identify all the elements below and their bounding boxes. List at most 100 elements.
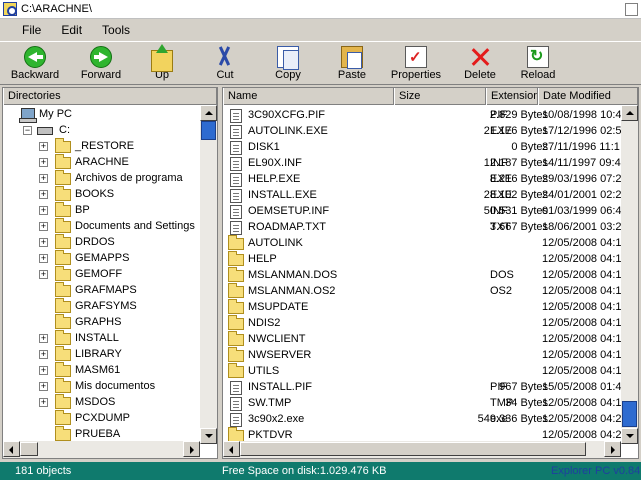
file-name: SW.TMP <box>248 397 292 409</box>
properties-button[interactable]: Properties <box>388 44 444 84</box>
scroll-thumb[interactable] <box>240 442 586 456</box>
file-row[interactable]: INSTALL.PIF 967 Bytes PIF 15/05/2008 01:4 <box>223 380 623 396</box>
tree-node-folder[interactable]: + DRDOS <box>3 234 201 251</box>
expand-icon[interactable]: + <box>39 366 48 375</box>
expand-icon[interactable]: + <box>39 254 48 263</box>
backward-button[interactable]: Backward <box>4 44 66 84</box>
menu-edit[interactable]: Edit <box>51 23 92 37</box>
tree-node-drive-c[interactable]: − C: <box>3 123 201 139</box>
file-list-horizontal-scrollbar[interactable] <box>223 441 621 458</box>
forward-button[interactable]: Forward <box>70 44 132 84</box>
file-row[interactable]: MSUPDATE 12/05/2008 04:1 <box>223 299 623 316</box>
tree-node-folder[interactable]: + Archivos de programa <box>3 170 201 187</box>
up-button[interactable]: Up <box>140 44 184 84</box>
tree-node-folder[interactable]: + MSDOS <box>3 394 201 411</box>
expand-icon[interactable]: + <box>39 350 48 359</box>
paste-button[interactable]: Paste <box>330 44 374 84</box>
expand-icon[interactable]: + <box>39 174 48 183</box>
expand-icon[interactable]: + <box>39 206 48 215</box>
cut-button[interactable]: Cut <box>203 44 247 84</box>
tree-node-folder[interactable]: + Documents and Settings <box>3 218 201 235</box>
folder-icon <box>55 330 71 345</box>
delete-button[interactable]: Delete <box>458 44 502 84</box>
file-extension: EXE <box>490 173 513 185</box>
file-name: UTILS <box>248 365 280 377</box>
expand-icon[interactable]: + <box>39 238 48 247</box>
column-header-date-modified[interactable]: Date Modified <box>538 88 638 105</box>
directory-horizontal-scrollbar[interactable] <box>3 441 200 458</box>
tree-node-folder[interactable]: + GEMOFF <box>3 266 201 283</box>
tree-node-folder[interactable]: + LIBRARY <box>3 346 201 363</box>
file-row[interactable]: MSLANMAN.DOS DOS 12/05/2008 04:1 <box>223 267 623 284</box>
file-row[interactable]: NDIS2 12/05/2008 04:1 <box>223 315 623 332</box>
collapse-icon[interactable]: − <box>23 126 32 135</box>
scroll-right-button[interactable] <box>183 441 200 457</box>
menu-file[interactable]: File <box>12 23 51 37</box>
expand-icon[interactable]: + <box>39 222 48 231</box>
tree-node-folder[interactable]: GRAPHS <box>3 314 201 331</box>
scroll-down-button[interactable] <box>200 428 217 444</box>
file-row[interactable]: AUTOLINK 12/05/2008 04:1 <box>223 235 623 252</box>
tree-node-label: GEMOFF <box>75 268 123 280</box>
expand-icon[interactable]: + <box>39 382 48 391</box>
tree-node-folder[interactable]: + GEMAPPS <box>3 250 201 267</box>
column-header-extension[interactable]: Extension <box>486 88 538 105</box>
scroll-right-button[interactable] <box>604 441 621 457</box>
tree-node-folder[interactable]: + BP <box>3 202 201 219</box>
file-row[interactable]: HELP.EXE 8.216 Bytes EXE 29/03/1996 07:2 <box>223 172 623 188</box>
column-header-name[interactable]: Name <box>223 88 394 105</box>
scroll-left-button[interactable] <box>3 441 20 457</box>
file-row[interactable]: INSTALL.EXE 28.102 Bytes EXE 24/01/2001 02:… <box>223 188 623 204</box>
reload-button[interactable]: Reload <box>516 44 560 84</box>
file-row[interactable]: HELP 12/05/2008 04:1 <box>223 251 623 268</box>
tree-node-folder[interactable]: GRAFMAPS <box>3 282 201 299</box>
file-row[interactable]: OEMSETUP.INF 50.531 Bytes INF 01/03/1999 06… <box>223 204 623 220</box>
expand-icon[interactable]: + <box>39 398 48 407</box>
tree-node-folder[interactable]: GRAFSYMS <box>3 298 201 315</box>
tree-node-folder[interactable]: + MASM61 <box>3 362 201 379</box>
scroll-left-button[interactable] <box>223 441 240 457</box>
tree-node-folder[interactable]: + ARACHNE <box>3 154 201 171</box>
expand-icon[interactable]: + <box>39 142 48 151</box>
file-row[interactable]: MSLANMAN.OS2 OS2 12/05/2008 04:1 <box>223 283 623 300</box>
file-row[interactable]: 3c90x2.exe 549.336 Bytes exe 12/05/2008 04:… <box>223 412 623 428</box>
file-row[interactable]: DISK1 0 Bytes 27/11/1996 11:1 <box>223 140 623 156</box>
scroll-thumb[interactable] <box>20 442 38 456</box>
expand-icon[interactable]: + <box>39 334 48 343</box>
tree-node-folder[interactable]: + BOOKS <box>3 186 201 203</box>
file-extension: TXT <box>490 221 511 233</box>
tree-node-folder[interactable]: PCXDUMP <box>3 410 201 427</box>
folder-icon <box>55 218 71 233</box>
file-row[interactable]: NWSERVER 12/05/2008 04:1 <box>223 347 623 364</box>
file-list-vertical-scrollbar[interactable] <box>621 105 638 444</box>
expand-icon[interactable]: + <box>39 190 48 199</box>
copy-button[interactable]: Copy <box>266 44 310 84</box>
expand-icon[interactable]: + <box>39 270 48 279</box>
file-row[interactable]: AUTOLINK.EXE 21.176 Bytes EXE 17/12/1996 02… <box>223 124 623 140</box>
tree-node-label: Archivos de programa <box>75 172 183 184</box>
scroll-down-button[interactable] <box>621 428 638 444</box>
file-row[interactable]: SW.TMP 34 Bytes TMP 12/05/2008 04:1 <box>223 396 623 412</box>
file-row[interactable]: NWCLIENT 12/05/2008 04:1 <box>223 331 623 348</box>
file-row[interactable]: 3C90XCFG.PIF 2.829 Bytes PIF 10/08/1998 10:… <box>223 108 623 124</box>
file-row[interactable]: ROADMAP.TXT 3.667 Bytes TXT 18/06/2001 03:2 <box>223 220 623 236</box>
tree-node-folder[interactable]: + INSTALL <box>3 330 201 347</box>
tree-node-my-pc[interactable]: My PC <box>3 107 201 123</box>
menu-tools[interactable]: Tools <box>92 23 140 37</box>
scroll-thumb[interactable] <box>622 401 637 427</box>
file-row[interactable]: EL90X.INF 12.187 Bytes INF 14/11/1997 09:4 <box>223 156 623 172</box>
scroll-up-button[interactable] <box>621 105 638 121</box>
tree-node-label: GRAPHS <box>75 316 122 328</box>
expand-icon[interactable]: + <box>39 158 48 167</box>
directories-column-header[interactable]: Directories <box>3 88 217 105</box>
directory-vertical-scrollbar[interactable] <box>200 105 217 444</box>
file-name: DISK1 <box>248 141 280 153</box>
tree-node-folder[interactable]: + Mis documentos <box>3 378 201 395</box>
tree-node-folder[interactable]: + _RESTORE <box>3 138 201 155</box>
scroll-thumb[interactable] <box>201 121 216 140</box>
file-row[interactable]: UTILS 12/05/2008 04:1 <box>223 363 623 380</box>
tree-node-label: BOOKS <box>75 188 115 200</box>
column-header-size[interactable]: Size <box>394 88 486 105</box>
window-control-box[interactable] <box>625 3 638 16</box>
scroll-up-button[interactable] <box>200 105 217 121</box>
